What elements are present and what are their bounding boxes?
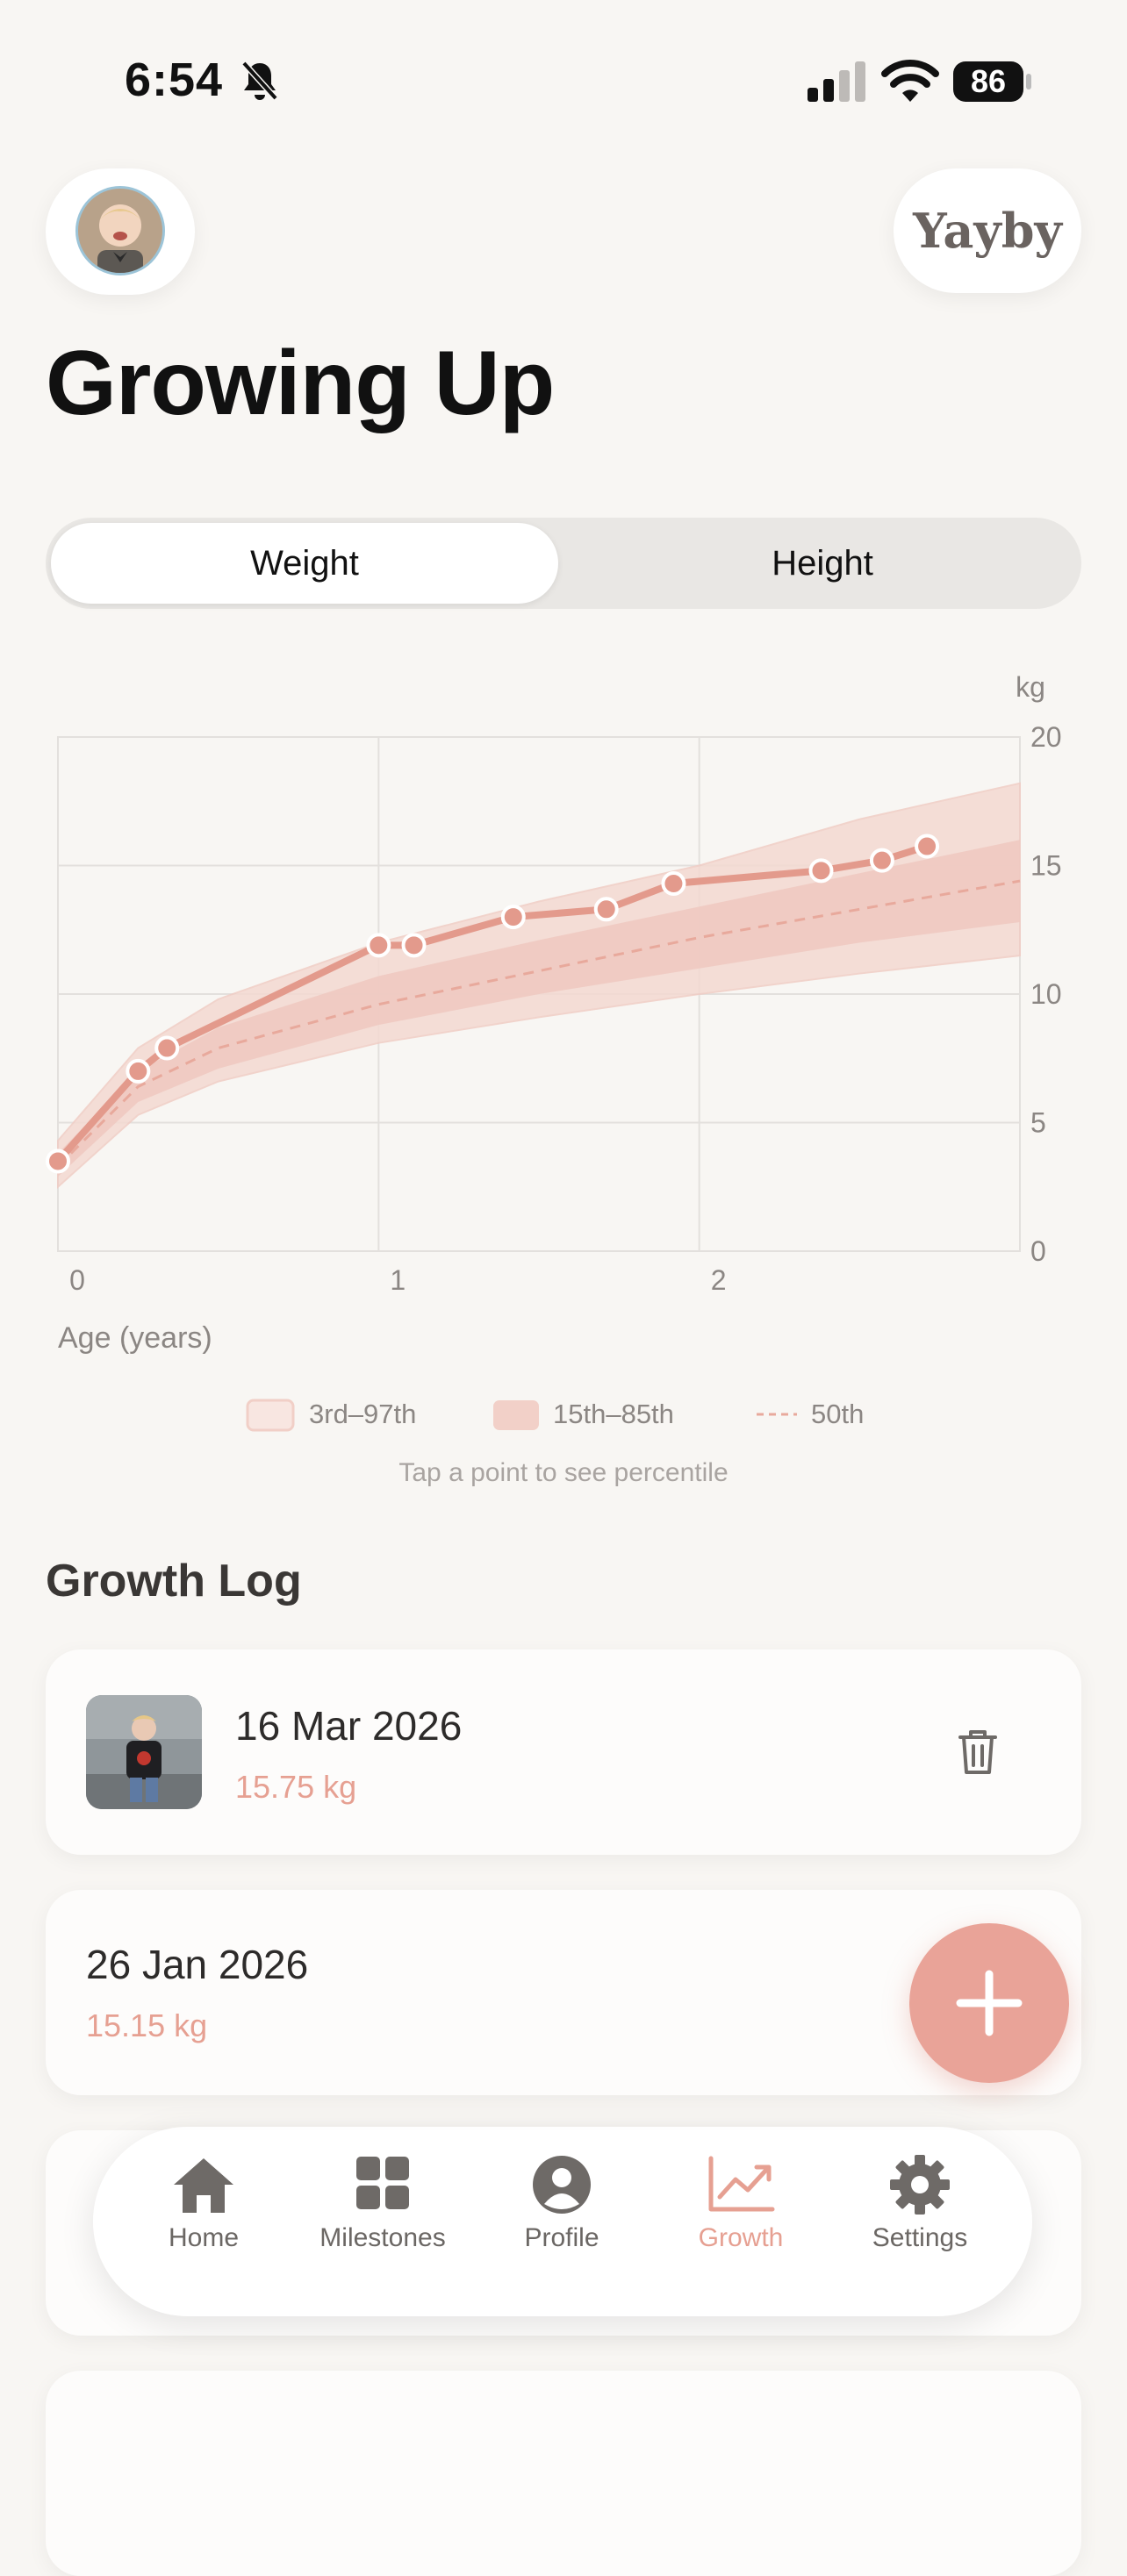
data-point[interactable] [593,897,619,922]
avatar [75,186,165,275]
data-point[interactable] [869,848,894,873]
status-bar: 6:54 86 [0,0,1127,132]
y-tick-label: 5 [1030,1107,1046,1139]
tab-label: Settings [872,2223,968,2252]
x-tick-label: 2 [711,1264,727,1296]
tab-label: Milestones [319,2223,446,2252]
entry-photo [86,1695,202,1809]
trash-icon[interactable] [953,1725,1002,1778]
tab-settings[interactable]: Settings [832,2144,1008,2302]
status-time: 6:54 [125,54,224,106]
data-point[interactable] [401,933,427,958]
data-point[interactable] [46,1148,70,1174]
bottom-tab-bar: Home Milestones Profile Growth Settings [93,2127,1032,2316]
data-point[interactable] [808,858,834,884]
battery-level: 86 [953,61,1023,102]
tab-label: Home [168,2223,240,2252]
avatar-button[interactable] [46,168,195,295]
segment-weight[interactable]: Weight [51,523,558,604]
tab-label: Profile [524,2223,599,2252]
x-axis-label: Age (years) [58,1321,212,1355]
silent-bell-icon [241,61,278,101]
tab-growth[interactable]: Growth [653,2144,829,2302]
brand-logo: Yayby [913,203,1062,259]
tab-label: Growth [698,2223,784,2252]
wifi-icon [881,60,939,102]
legend-label-inner: 15th–85th [553,1399,674,1429]
plus-icon [956,1970,1023,2036]
data-point[interactable] [154,1035,180,1061]
data-point[interactable] [661,871,686,897]
tab-milestones[interactable]: Milestones [295,2144,470,2302]
legend-swatch-inner [493,1400,539,1430]
data-point[interactable] [126,1058,151,1084]
entry-weight: 15.75 kg [235,1769,357,1805]
segment-height[interactable]: Height [569,523,1076,604]
legend-swatch-outer [246,1399,295,1432]
legend-label-outer: 3rd–97th [309,1399,416,1429]
y-tick-label: 20 [1030,721,1062,753]
gear-icon [890,2155,950,2215]
data-point[interactable] [500,905,526,930]
tab-profile[interactable]: Profile [474,2144,650,2302]
page-title: Growing Up [46,333,555,434]
y-tick-label: 10 [1030,978,1062,1010]
y-tick-label: 15 [1030,850,1062,882]
cellular-signal-icon [808,61,865,102]
legend-label-median: 50th [811,1399,864,1429]
add-measurement-button[interactable] [909,1923,1069,2083]
grid-icon [356,2157,409,2209]
battery-indicator: 86 [953,61,1032,102]
brand-badge: Yayby [894,168,1081,293]
growth-log-title: Growth Log [46,1556,302,1606]
y-tick-label: 0 [1030,1235,1046,1267]
entry-date: 16 Mar 2026 [235,1703,463,1749]
metric-segmented-control: Weight Height [46,518,1081,609]
percentile-bands [57,782,1021,1189]
entry-weight: 15.15 kg [86,2007,208,2043]
log-entry[interactable]: 16 Mar 2026 15.75 kg [46,1649,1081,1855]
growth-chart: 0 5 10 15 20 0 1 2 kg Age (years) 3rd–97th 15th… [46,671,1062,1487]
person-icon [533,2156,591,2214]
tab-home[interactable]: Home [116,2144,291,2302]
home-icon [174,2158,233,2213]
chart-icon [708,2156,775,2212]
y-axis-unit: kg [1016,671,1045,703]
data-point[interactable] [915,834,940,859]
chart-legend: 3rd–97th 15th–85th 50th [246,1399,864,1432]
log-entry-partial[interactable] [46,2371,1081,2576]
entry-date: 26 Jan 2026 [86,1942,309,1987]
x-tick-label: 1 [390,1264,406,1296]
x-tick-label: 0 [69,1264,85,1296]
chart-hint: Tap a point to see percentile [398,1458,728,1487]
data-point[interactable] [366,933,391,958]
